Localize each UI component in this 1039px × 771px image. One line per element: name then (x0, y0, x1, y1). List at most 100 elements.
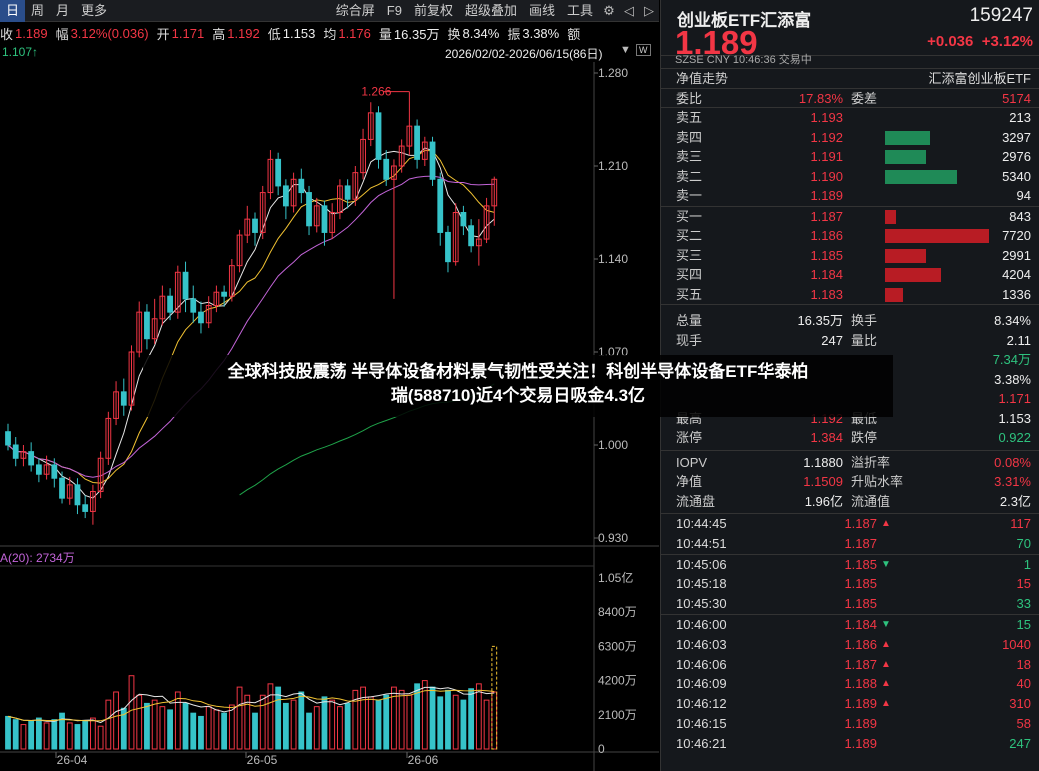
volume-bar (213, 709, 220, 750)
volume-bar (306, 712, 312, 750)
level-label: 买五 (676, 286, 703, 302)
volume-tick-label: 6300万 (598, 639, 637, 653)
tick-row[interactable]: 10:44:51 1.187 70 (661, 534, 1039, 554)
volume-forecast-bar (491, 645, 498, 750)
level-price: 1.190 (810, 168, 843, 184)
stat-value: 2.11 (1006, 332, 1031, 348)
volume-bar (298, 691, 305, 750)
volume-bar (151, 699, 158, 750)
tick-price: 1.187 (844, 535, 877, 551)
tick-volume: 1 (1023, 556, 1031, 572)
tick-list[interactable]: 10:44:45 1.187 ▲ 117 10:44:51 1.187 70 10:45:06… (661, 514, 1039, 754)
web-icon[interactable]: W (636, 44, 651, 56)
tick-row[interactable]: 10:46:21 1.189 247 (661, 734, 1039, 754)
volume-bar (82, 720, 89, 750)
nav-row[interactable]: 净值走势 汇添富创业板ETF (661, 69, 1039, 89)
bid-row[interactable]: 买四 1.184 4204 (661, 265, 1039, 285)
ask-row[interactable]: 卖三 1.191 2976 (661, 147, 1039, 167)
bid-row[interactable]: 买五 1.183 1336 (661, 285, 1039, 305)
volume-value: 16.35万 (393, 26, 440, 42)
tick-row[interactable]: 10:46:03 1.186 ▲ 1040 (661, 635, 1039, 655)
volume-tick-label: 8400万 (598, 605, 637, 619)
tick-price: 1.184 (844, 616, 877, 632)
settings-icon[interactable]: ⚙ (599, 0, 619, 22)
tick-price: 1.185 (844, 556, 877, 572)
f9-button[interactable]: F9 (381, 0, 408, 22)
tick-row[interactable]: 10:45:30 1.185 33 (661, 594, 1039, 614)
tick-row[interactable]: 10:45:18 1.185 15 (661, 574, 1039, 594)
up-arrow-icon: ▲ (881, 678, 891, 690)
volume-bar (74, 724, 81, 750)
candle-body (383, 158, 390, 180)
period-range[interactable]: 2026/02/02-2026/06/15(86日) (445, 45, 602, 62)
candle-body (144, 311, 150, 340)
range-row: 1.107↑ 2026/02/02-2026/06/15(86日) ▼ W (0, 43, 659, 61)
tick-row[interactable]: 10:45:06 1.185 ▼ 1 (661, 555, 1039, 575)
weibi-label: 委比 (676, 90, 703, 106)
level-label: 卖五 (676, 110, 703, 125)
bid-row[interactable]: 买三 1.185 2991 (661, 246, 1039, 266)
right-arrow-icon[interactable]: ▷ (639, 0, 659, 22)
volume-bar (290, 699, 297, 750)
composite-screen-button[interactable]: 综合屏 (330, 0, 381, 22)
bid-row[interactable]: 买一 1.187 843 (661, 207, 1039, 227)
volume-tick-label: 0 (598, 742, 605, 756)
arrow-placeholder (881, 714, 897, 734)
tick-time: 10:46:09 (676, 676, 727, 692)
tick-price: 1.189 (844, 715, 877, 731)
bid-row[interactable]: 买二 1.186 7720 (661, 226, 1039, 246)
level-label: 买四 (676, 267, 703, 282)
ask-row[interactable]: 卖五 1.193 213 (661, 108, 1039, 128)
draw-line-button[interactable]: 画线 (523, 0, 561, 22)
news-banner[interactable]: 全球科技股震荡 半导体设备材料景气韧性受关注！科创半导体设备ETF华泰柏 瑞(5… (143, 355, 893, 417)
volume-bar (259, 694, 266, 750)
volume-ma10-line (7, 689, 495, 722)
level-gap (851, 207, 911, 227)
ask-row[interactable]: 卖四 1.192 3297 (661, 128, 1039, 148)
tick-row[interactable]: 10:46:15 1.189 58 (661, 714, 1039, 734)
volume-bar (398, 689, 405, 750)
tick-row[interactable]: 10:46:09 1.188 ▲ 40 (661, 674, 1039, 694)
x-tick-label: 26-06 (408, 753, 439, 767)
left-arrow-icon[interactable]: ◁ (619, 0, 639, 22)
period-week-button[interactable]: 周 (25, 0, 50, 22)
turnover-label: 换 (447, 26, 461, 42)
tick-row[interactable]: 10:44:45 1.187 ▲ 117 (661, 514, 1039, 534)
tick-row[interactable]: 10:46:06 1.187 ▲ 18 (661, 655, 1039, 675)
volume-bar (66, 722, 73, 750)
adjust-button[interactable]: 前复权 (408, 0, 459, 22)
period-more-button[interactable]: 更多 (75, 0, 113, 22)
candle-body (59, 477, 65, 499)
volume-bar (190, 712, 197, 750)
candle-body (82, 504, 89, 512)
x-tick-label: 26-04 (57, 753, 88, 767)
price-info-bar: 收 1.189 幅 3.12%(0.036) 开 1.171 高 1.192 低 1.15… (0, 23, 659, 43)
arrow-placeholder (881, 594, 897, 614)
volume-bar (452, 694, 459, 750)
tick-row[interactable]: 10:46:12 1.189 ▲ 310 (661, 694, 1039, 714)
volume-bar (360, 686, 366, 750)
stat-value: 0.922 (998, 430, 1031, 445)
ask-row[interactable]: 卖一 1.189 94 (661, 186, 1039, 206)
candle-body (120, 391, 127, 406)
ask-book: 卖五 1.193 213 卖四 1.192 3297 卖三 1.191 2976 卖二 1.190 5… (661, 108, 1039, 207)
tick-volume: 117 (1010, 516, 1031, 531)
overlay-button[interactable]: 超级叠加 (459, 0, 523, 22)
tick-row[interactable]: 10:46:00 1.184 ▼ 15 (661, 615, 1039, 635)
period-day-button[interactable]: 日 (0, 0, 26, 22)
volume-bar (437, 696, 444, 750)
tick-time: 10:45:30 (676, 596, 727, 612)
stat-label: 升贴水率 (851, 474, 904, 489)
level-volume-bar (885, 150, 926, 164)
ask-row[interactable]: 卖二 1.190 5340 (661, 167, 1039, 187)
collapse-icon[interactable]: ▼ (620, 44, 631, 56)
tools-button[interactable]: 工具 (561, 0, 599, 22)
tick-time: 10:46:03 (676, 636, 727, 652)
chart-toolbar: 日 周 月 更多 综合屏 F9 前复权 超级叠加 画线 工具 ⚙ ◁ ▷ (0, 0, 659, 22)
swing-label: 振 (507, 26, 521, 42)
close-value: 1.189 (15, 25, 48, 41)
tick-time: 10:46:00 (676, 616, 727, 632)
period-month-button[interactable]: 月 (50, 0, 75, 22)
volume-bar (282, 702, 289, 750)
open-label: 开 (156, 26, 170, 42)
